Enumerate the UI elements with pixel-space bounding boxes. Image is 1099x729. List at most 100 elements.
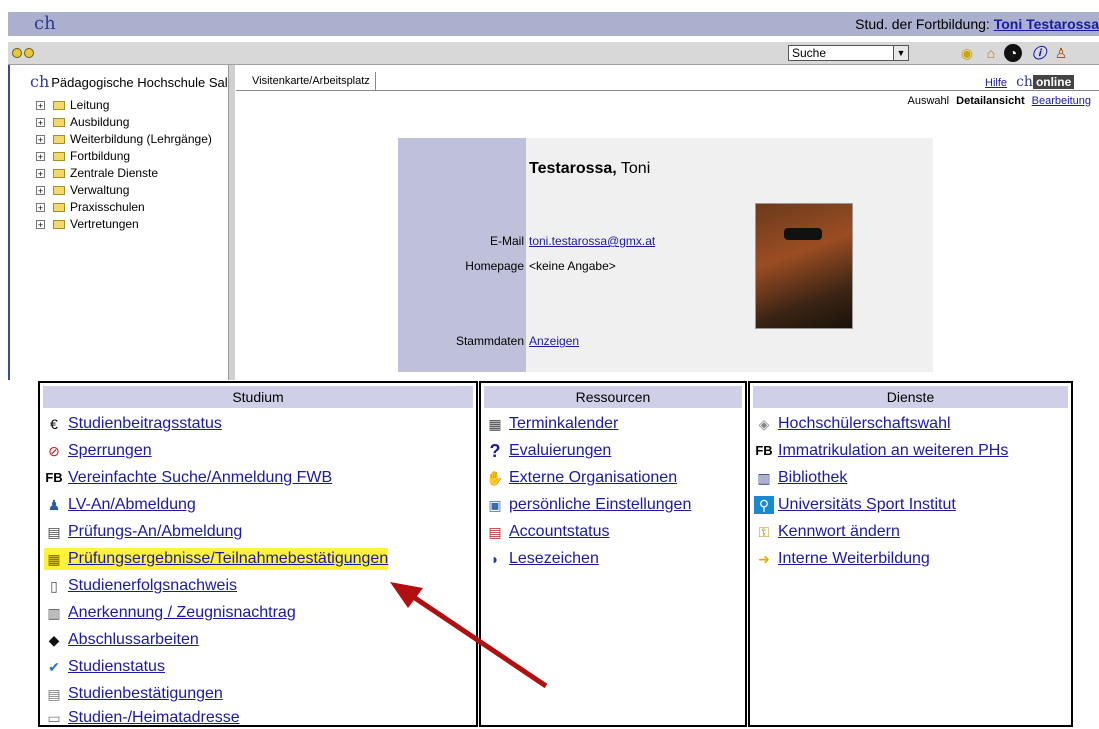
document-icon: ▯: [50, 577, 58, 594]
menu-link[interactable]: persönliche Einstellungen: [509, 496, 691, 513]
menu-item[interactable]: ▣ persönliche Einstellungen: [485, 494, 691, 516]
menu-link[interactable]: Studienerfolgsnachweis: [68, 577, 237, 594]
tree-header[interactable]: ch Pädagogische Hochschule Salz: [30, 72, 230, 91]
menu-item-highlighted[interactable]: ▦ Prüfungsergebnisse/Teilnahmebestätigung…: [44, 548, 389, 570]
menu-item[interactable]: ✋ Externe Organisationen: [485, 467, 677, 489]
nav-dot-icon[interactable]: [12, 48, 22, 58]
tree-item-weiterbildung[interactable]: + Weiterbildung (Lehrgänge): [36, 132, 212, 146]
expand-icon[interactable]: +: [36, 203, 45, 213]
menu-link[interactable]: Evaluierungen: [509, 442, 611, 459]
pane-splitter[interactable]: [228, 65, 235, 380]
menu-link[interactable]: Bibliothek: [778, 469, 847, 486]
menu-link[interactable]: Anerkennung / Zeugnisnachtrag: [68, 604, 296, 621]
search-select[interactable]: Suche ▼: [788, 45, 909, 61]
home-icon[interactable]: ⌂: [982, 44, 1000, 62]
menu-link[interactable]: LV-An/Abmeldung: [68, 496, 196, 513]
menu-item[interactable]: € Studienbeitragsstatus: [44, 413, 222, 435]
menu-item[interactable]: ▥ Bibliothek: [754, 467, 847, 489]
menu-item[interactable]: ▤ Accountstatus: [485, 521, 610, 543]
menu-link[interactable]: Terminkalender: [509, 415, 618, 432]
help-area: Hilfe ch online: [985, 74, 1075, 90]
info-icon[interactable]: ⓘ: [1030, 44, 1048, 62]
expand-icon[interactable]: +: [36, 169, 45, 179]
menu-item[interactable]: ◆ Abschlussarbeiten: [44, 629, 199, 651]
tree-item-leitung[interactable]: + Leitung: [36, 98, 109, 112]
people-icon[interactable]: ♙: [1052, 44, 1070, 62]
menu-item[interactable]: ▭ Studien-/Heimatadresse: [44, 707, 240, 729]
user-info: Stud. der Fortbildung: Toni Testarossa: [855, 16, 1099, 32]
menu-item[interactable]: ➜ Interne Weiterbildung: [754, 548, 930, 570]
search-select-value: Suche: [792, 46, 827, 60]
menu-link[interactable]: Externe Organisationen: [509, 469, 677, 486]
tree-item-ausbildung[interactable]: + Ausbildung: [36, 115, 129, 129]
menu-item[interactable]: ▥ Anerkennung / Zeugnisnachtrag: [44, 602, 296, 624]
email-value: toni.testarossa@gmx.at: [529, 234, 655, 248]
menu-link[interactable]: Studienstatus: [68, 658, 165, 675]
menu-link[interactable]: Accountstatus: [509, 523, 610, 540]
nav-back-icon[interactable]: [24, 48, 34, 58]
menu-item[interactable]: ◗ Lesezeichen: [485, 548, 599, 570]
menu-link[interactable]: Interne Weiterbildung: [778, 550, 930, 567]
menu-link[interactable]: Abschlussarbeiten: [68, 631, 199, 648]
menu-link[interactable]: Prüfungs-An/Abmeldung: [68, 523, 242, 540]
address-icon: ▭: [47, 709, 61, 726]
menu-item[interactable]: ▤ Studienbestätigungen: [44, 683, 223, 705]
chevron-down-icon[interactable]: ▼: [893, 46, 908, 60]
menu-item[interactable]: ▤ Prüfungs-An/Abmeldung: [44, 521, 242, 543]
tree-item-label: Ausbildung: [70, 115, 130, 129]
stammdaten-link[interactable]: Anzeigen: [529, 334, 579, 348]
view-bearbeitung-link[interactable]: Bearbeitung: [1032, 95, 1091, 107]
view-detailansicht[interactable]: Detailansicht: [956, 95, 1024, 107]
menu-item[interactable]: FB Vereinfachte Suche/Anmeldung FWB: [44, 467, 332, 489]
ph-logo-small-icon: ch: [30, 72, 50, 91]
ph-logo[interactable]: ch: [34, 13, 56, 34]
tree-item-zentrale-dienste[interactable]: + Zentrale Dienste: [36, 166, 158, 180]
tree-item-verwaltung[interactable]: + Verwaltung: [36, 183, 129, 197]
tree-item-fortbildung[interactable]: + Fortbildung: [36, 149, 130, 163]
expand-icon[interactable]: +: [36, 220, 45, 230]
user-name-link[interactable]: Toni Testarossa: [994, 16, 1099, 32]
tree-item-praxisschulen[interactable]: + Praxisschulen: [36, 200, 145, 214]
logout-icon[interactable]: ◔: [1004, 44, 1022, 62]
bookmark-icon: ◗: [490, 550, 500, 567]
email-link[interactable]: toni.testarossa@gmx.at: [529, 234, 655, 248]
menu-link[interactable]: Studienbeitragsstatus: [68, 415, 222, 432]
tab-visitenkarte[interactable]: Visitenkarte/Arbeitsplatz: [236, 72, 376, 90]
toolbar: Suche ▼ ◉ ⌂ ◔ ⓘ ♙: [8, 42, 1099, 65]
folder-icon: [53, 118, 65, 128]
menu-item[interactable]: ? Evaluierungen: [485, 440, 612, 462]
expand-icon[interactable]: +: [36, 118, 45, 128]
help-link[interactable]: Hilfe: [985, 77, 1007, 89]
column-studium: Studium € Studienbeitragsstatus ⊘ Sperrung…: [38, 381, 478, 727]
menu-item[interactable]: ♟ LV-An/Abmeldung: [44, 494, 196, 516]
view-auswahl[interactable]: Auswahl: [908, 95, 950, 107]
menu-link[interactable]: Kennwort ändern: [778, 523, 900, 540]
expand-icon[interactable]: +: [36, 101, 45, 111]
email-label: E-Mail: [489, 234, 524, 248]
menu-item[interactable]: ⚿ Kennwort ändern: [754, 521, 900, 543]
menu-link[interactable]: Universitäts Sport Institut: [778, 496, 956, 513]
refresh-icon[interactable]: ◉: [958, 44, 976, 62]
menu-item[interactable]: ◈ Hochschülerschaftswahl: [754, 413, 951, 435]
menu-item[interactable]: ⚲ Universitäts Sport Institut: [754, 494, 956, 516]
menu-link[interactable]: Hochschülerschaftswahl: [778, 415, 951, 432]
menu-link[interactable]: Studien-/Heimatadresse: [68, 709, 240, 726]
menu-item[interactable]: ▦ Terminkalender: [485, 413, 618, 435]
expand-icon[interactable]: +: [36, 152, 45, 162]
menu-item[interactable]: ▯ Studienerfolgsnachweis: [44, 575, 237, 597]
menu-link[interactable]: Immatrikulation an weiteren PHs: [778, 442, 1008, 459]
menu-link[interactable]: Lesezeichen: [509, 550, 599, 567]
menu-link[interactable]: Sperrungen: [68, 442, 152, 459]
menu-item[interactable]: ✔ Studienstatus: [44, 656, 165, 678]
menu-link[interactable]: Prüfungsergebnisse/Teilnahmebestätigunge…: [68, 550, 388, 567]
expand-icon[interactable]: +: [36, 135, 45, 145]
settings-icon: ▣: [488, 496, 502, 513]
menu-link[interactable]: Vereinfachte Suche/Anmeldung FWB: [68, 469, 332, 486]
tree-item-label: Verwaltung: [70, 183, 130, 197]
stammdaten-label: Stammdaten: [455, 334, 524, 348]
expand-icon[interactable]: +: [36, 186, 45, 196]
menu-item[interactable]: FB Immatrikulation an weiteren PHs: [754, 440, 1008, 462]
menu-link[interactable]: Studienbestätigungen: [68, 685, 223, 702]
tree-item-vertretungen[interactable]: + Vertretungen: [36, 217, 139, 231]
menu-item[interactable]: ⊘ Sperrungen: [44, 440, 152, 462]
